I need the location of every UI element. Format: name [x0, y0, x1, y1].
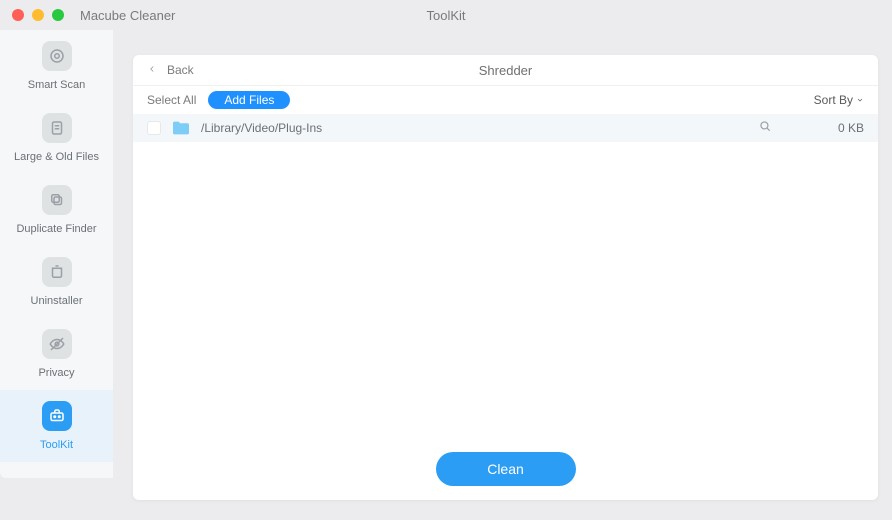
- trash-icon: [42, 257, 72, 287]
- back-button[interactable]: Back: [147, 61, 194, 79]
- traffic-lights: [12, 9, 64, 21]
- sidebar-item-smart-scan[interactable]: Smart Scan: [0, 30, 113, 102]
- document-icon: [42, 113, 72, 143]
- sidebar-item-privacy[interactable]: Privacy: [0, 318, 113, 390]
- toolbar: Select All Add Files Sort By: [133, 86, 878, 114]
- folder-icon: [171, 120, 191, 136]
- sidebar-item-label: Duplicate Finder: [16, 223, 96, 235]
- toolbox-icon: [42, 401, 72, 431]
- main-area: Back Shredder Select All Add Files Sort …: [113, 30, 892, 520]
- eye-off-icon: [42, 329, 72, 359]
- add-files-button[interactable]: Add Files: [208, 91, 290, 109]
- sidebar-item-label: Large & Old Files: [14, 151, 99, 163]
- search-icon: [758, 120, 772, 137]
- back-label: Back: [167, 63, 194, 77]
- sidebar-item-label: Uninstaller: [31, 295, 83, 307]
- modal-header: Back Shredder: [133, 55, 878, 86]
- sidebar-item-uninstaller[interactable]: Uninstaller: [0, 246, 113, 318]
- file-size: 0 KB: [838, 121, 864, 135]
- close-window-button[interactable]: [12, 9, 24, 21]
- modal-footer: Clean: [133, 438, 878, 500]
- file-row[interactable]: /Library/Video/Plug-Ins 0 KB: [133, 114, 878, 142]
- sort-by-dropdown[interactable]: Sort By: [814, 93, 864, 107]
- sidebar-item-duplicate-finder[interactable]: Duplicate Finder: [0, 174, 113, 246]
- target-icon: [42, 41, 72, 71]
- select-all-button[interactable]: Select All: [147, 93, 196, 107]
- copy-icon: [42, 185, 72, 215]
- sidebar-item-label: Privacy: [38, 367, 74, 379]
- file-path: /Library/Video/Plug-Ins: [201, 121, 322, 135]
- sidebar-item-toolkit[interactable]: ToolKit: [0, 390, 113, 462]
- modal-title: Shredder: [479, 63, 532, 78]
- shredder-panel: Back Shredder Select All Add Files Sort …: [133, 55, 878, 500]
- chevron-left-icon: [147, 61, 157, 79]
- app-title: Macube Cleaner: [80, 8, 175, 23]
- clean-button[interactable]: Clean: [436, 452, 576, 486]
- file-checkbox[interactable]: [147, 121, 161, 135]
- reveal-button[interactable]: [758, 119, 772, 138]
- sidebar-item-label: ToolKit: [40, 439, 73, 451]
- file-list: /Library/Video/Plug-Ins 0 KB: [133, 114, 878, 438]
- sort-by-label: Sort By: [814, 93, 853, 107]
- window-title: ToolKit: [426, 8, 465, 23]
- maximize-window-button[interactable]: [52, 9, 64, 21]
- chevron-down-icon: [856, 93, 864, 107]
- sidebar-item-large-old-files[interactable]: Large & Old Files: [0, 102, 113, 174]
- sidebar-item-label: Smart Scan: [28, 79, 85, 91]
- titlebar: Macube Cleaner ToolKit: [0, 0, 892, 30]
- sidebar: Smart Scan Large & Old Files Duplicate F…: [0, 30, 113, 520]
- minimize-window-button[interactable]: [32, 9, 44, 21]
